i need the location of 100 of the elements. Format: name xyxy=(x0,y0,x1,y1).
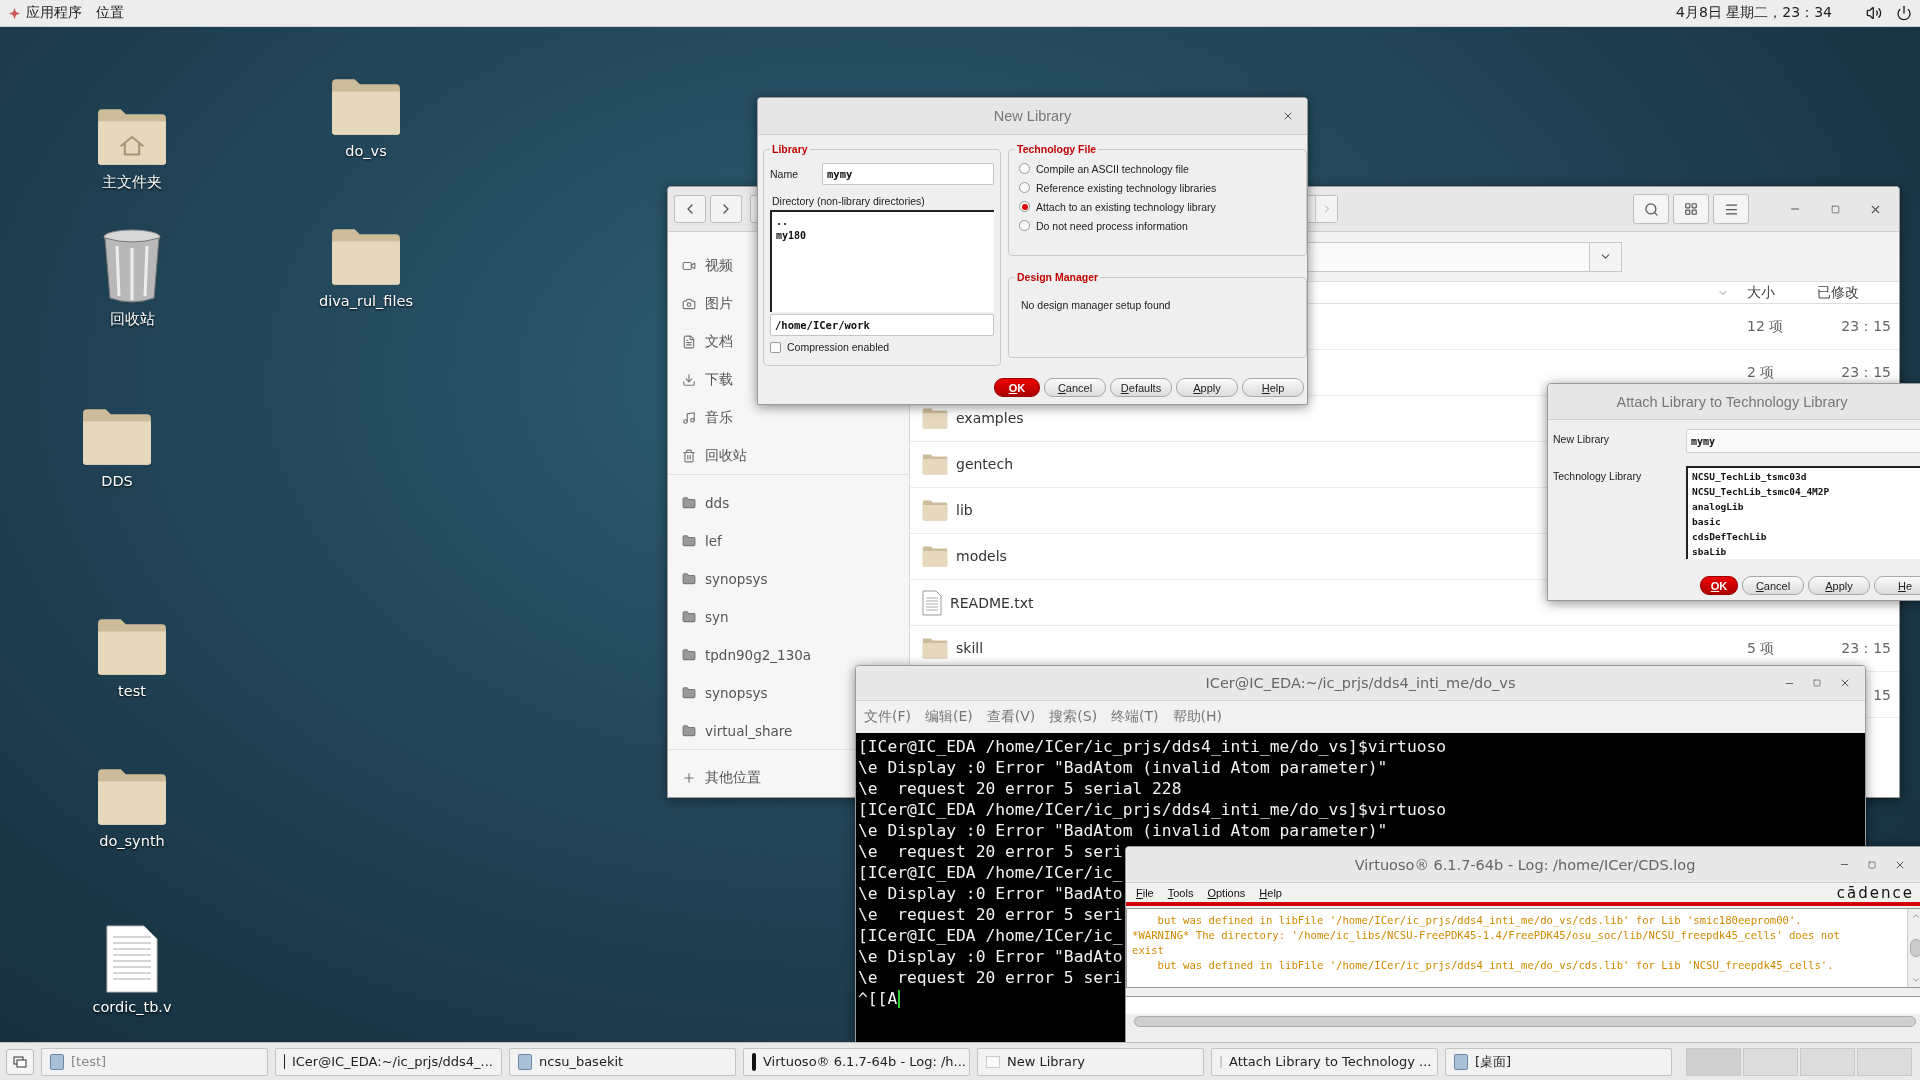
column-header[interactable]: 大小 xyxy=(1741,283,1811,302)
radio-button[interactable] xyxy=(1019,220,1030,231)
menu-item[interactable]: 搜索(S) xyxy=(1049,708,1098,726)
folder-icon xyxy=(682,648,696,662)
sidebar-item[interactable]: 图片 xyxy=(705,295,733,313)
search-button[interactable] xyxy=(1633,194,1669,224)
sidebar-item[interactable]: 文档 xyxy=(705,333,733,351)
back-button[interactable] xyxy=(674,195,706,223)
sidebar-item[interactable]: dds xyxy=(705,495,730,511)
power-icon[interactable] xyxy=(1896,5,1912,21)
menu-item[interactable]: File xyxy=(1136,886,1154,899)
dialog-button[interactable]: He xyxy=(1874,576,1920,595)
file-name[interactable]: skill xyxy=(956,640,984,657)
directory-item[interactable]: my180 xyxy=(776,229,990,243)
desktop-icon-label[interactable]: do_synth xyxy=(99,832,165,849)
desktop-icon-label[interactable]: cordic_tb.v xyxy=(92,999,172,1015)
path-field[interactable]: /home/ICer/work xyxy=(770,314,994,336)
library-item[interactable]: cdsDefTechLib xyxy=(1692,529,1920,544)
menu-button[interactable] xyxy=(1713,194,1749,224)
menu-item[interactable]: 文件(F) xyxy=(864,708,911,726)
sidebar-item[interactable]: lef xyxy=(705,533,722,549)
menu-item[interactable]: 编辑(E) xyxy=(925,708,973,726)
radio-button[interactable] xyxy=(1019,163,1030,174)
dialog-button[interactable]: Defaults xyxy=(1110,378,1172,397)
file-name[interactable]: lib xyxy=(956,502,973,519)
sidebar-item[interactable]: 视频 xyxy=(705,257,733,275)
trash-bin-icon xyxy=(101,228,163,304)
dialog-button[interactable]: Cancel xyxy=(1742,576,1804,595)
workspace-cell[interactable] xyxy=(1857,1047,1912,1076)
menu-item[interactable]: 帮助(H) xyxy=(1172,708,1223,726)
taskbar-item[interactable]: ICer@IC_EDA:~/ic_prjs/dds4_... xyxy=(275,1047,502,1076)
directory-item[interactable]: .. xyxy=(776,215,990,229)
horizontal-scrollbar[interactable] xyxy=(1134,1015,1916,1027)
menu-item[interactable]: Options xyxy=(1207,886,1246,899)
checkbox[interactable] xyxy=(770,341,781,353)
menu-item[interactable]: Tools xyxy=(1167,886,1194,899)
path-scroll-button[interactable] xyxy=(1315,196,1337,222)
sidebar-item[interactable]: syn xyxy=(705,609,729,625)
field-label: Directory (non-library directories) xyxy=(772,195,926,207)
sidebar-item[interactable]: 下载 xyxy=(705,371,733,389)
library-item[interactable]: analogLib xyxy=(1692,499,1920,514)
menu-item[interactable]: Help xyxy=(1259,886,1282,899)
library-item[interactable]: basic xyxy=(1692,514,1920,529)
sidebar-item[interactable]: tpdn90g2_130a xyxy=(705,647,812,663)
volume-icon[interactable] xyxy=(1866,5,1882,21)
desktop-icon-label[interactable]: test xyxy=(118,682,146,699)
taskbar-item[interactable]: Virtuoso® 6.1.7-64b - Log: /h... xyxy=(743,1047,970,1076)
show-desktop-button[interactable] xyxy=(6,1048,34,1075)
workspace-cell[interactable] xyxy=(1686,1047,1741,1076)
dialog-button[interactable]: Cancel xyxy=(1044,378,1106,397)
dialog-button[interactable]: Help xyxy=(1242,378,1304,397)
dialog-button[interactable]: Apply xyxy=(1808,576,1870,595)
desktop-icon-label[interactable]: DDS xyxy=(101,472,133,489)
sidebar-item[interactable]: synopsys xyxy=(705,571,768,587)
grid-view-button[interactable] xyxy=(1673,194,1709,224)
desktop-icon-label[interactable]: diva_rul_files xyxy=(319,292,413,309)
library-name-field[interactable]: mymy xyxy=(1686,429,1920,453)
library-item[interactable]: NCSU_TechLib_tsmc03d xyxy=(1692,469,1920,484)
file-name[interactable]: README.txt xyxy=(950,594,1034,611)
radio-button[interactable] xyxy=(1019,201,1030,212)
dialog-button[interactable]: Apply xyxy=(1176,378,1238,397)
ok-button[interactable]: OK xyxy=(1700,576,1738,595)
sidebar-item[interactable]: 回收站 xyxy=(705,446,747,465)
menu-item[interactable]: 终端(T) xyxy=(1111,708,1159,726)
desktop-icon-label[interactable]: 回收站 xyxy=(109,310,155,329)
library-item[interactable]: NCSU_TechLib_tsmc04_4M2P xyxy=(1692,484,1920,499)
sidebar-item[interactable]: 其他位置 xyxy=(705,769,761,787)
taskbar-item[interactable]: New Library xyxy=(977,1047,1204,1076)
scroll-thumb[interactable] xyxy=(1909,939,1920,957)
ok-button[interactable]: OK xyxy=(994,378,1040,397)
desktop-icon-label[interactable]: do_vs xyxy=(345,142,387,159)
command-input[interactable] xyxy=(1126,996,1920,1014)
sidebar-item[interactable]: 音乐 xyxy=(705,409,733,427)
workspace-cell[interactable] xyxy=(1800,1047,1855,1076)
search-icon xyxy=(1643,201,1659,217)
radio-button[interactable] xyxy=(1019,182,1030,193)
file-name[interactable]: models xyxy=(956,548,1007,565)
dropdown-button[interactable] xyxy=(1590,241,1622,272)
sidebar-item[interactable]: synopsys xyxy=(705,685,768,701)
taskbar-item[interactable]: ncsu_basekit xyxy=(509,1047,736,1076)
folder-icon xyxy=(682,496,696,510)
library-item[interactable]: sbaLib xyxy=(1692,544,1920,559)
terminal-line: \e Display :0 Error "BadAto xyxy=(858,883,1123,904)
sidebar-item[interactable]: virtual_share xyxy=(705,722,793,739)
folder-icon xyxy=(682,610,696,624)
file-name[interactable]: gentech xyxy=(956,456,1014,473)
menu-item[interactable]: 查看(V) xyxy=(986,708,1036,726)
desktop-icon-label[interactable]: 主文件夹 xyxy=(102,172,162,192)
field-label: New Library xyxy=(1553,432,1611,445)
workspace-cell[interactable] xyxy=(1743,1047,1798,1076)
forward-button[interactable] xyxy=(710,195,742,223)
file-name[interactable]: examples xyxy=(956,410,1024,427)
column-header[interactable]: 已修改 xyxy=(1811,283,1891,302)
dialog-title: New Library xyxy=(993,108,1072,124)
top-menu[interactable]: 位置 xyxy=(96,4,124,22)
top-menu[interactable]: 应用程序 xyxy=(26,4,82,22)
name-field[interactable]: mymy xyxy=(822,163,994,185)
vertical-scrollbar[interactable] xyxy=(1907,909,1920,987)
taskbar-item[interactable]: [桌面] xyxy=(1445,1047,1672,1076)
taskbar-item[interactable]: Attach Library to Technology ... xyxy=(1211,1047,1438,1076)
